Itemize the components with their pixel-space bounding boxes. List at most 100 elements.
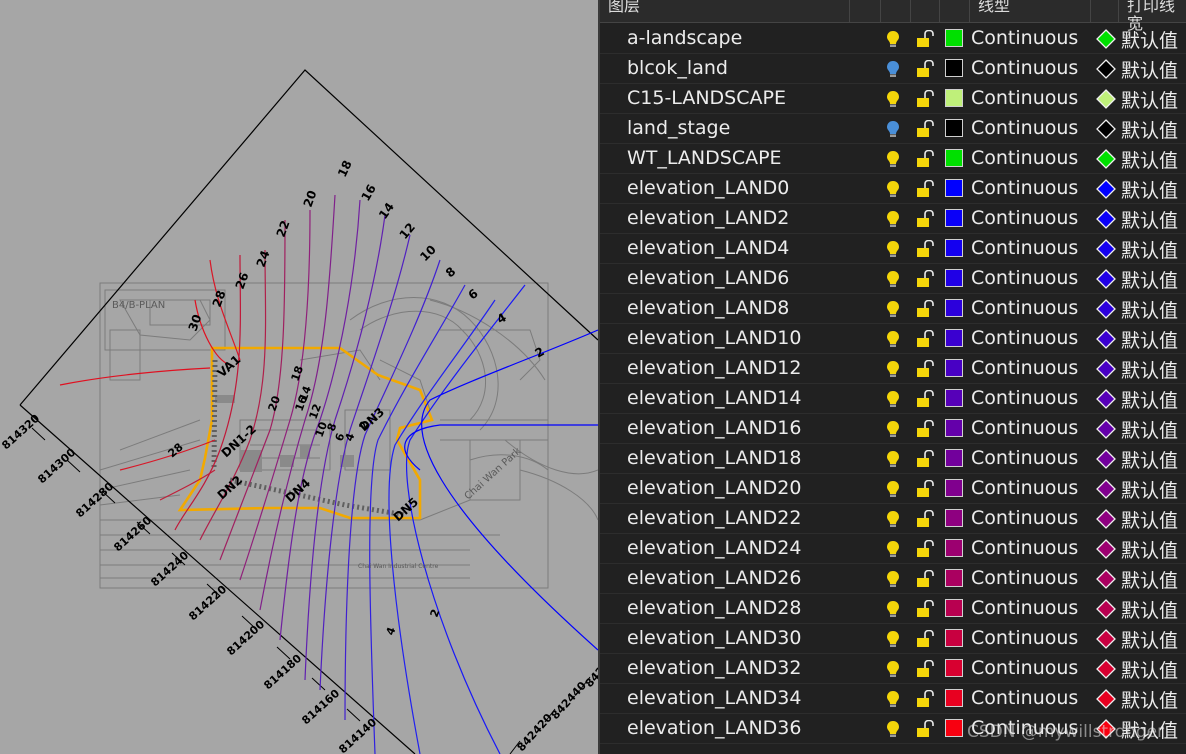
layer-row[interactable]: a-landscape Continuous 默认值 <box>600 24 1186 54</box>
layer-row[interactable]: land_stage Continuous 默认值 <box>600 114 1186 144</box>
color-swatch[interactable] <box>945 179 963 197</box>
lightbulb-on-icon[interactable] <box>886 720 900 738</box>
lightbulb-on-icon[interactable] <box>886 390 900 408</box>
layer-row[interactable]: elevation_LAND12 Continuous 默认值 <box>600 354 1186 384</box>
linetype-value[interactable]: Continuous <box>971 477 1078 499</box>
layer-name[interactable]: elevation_LAND2 <box>627 207 789 229</box>
color-swatch[interactable] <box>945 479 963 497</box>
layer-name[interactable]: elevation_LAND24 <box>627 537 801 559</box>
color-swatch[interactable] <box>945 659 963 677</box>
lightbulb-on-icon[interactable] <box>886 600 900 618</box>
unlock-icon[interactable] <box>916 29 934 48</box>
linetype-value[interactable]: Continuous <box>971 447 1078 469</box>
unlock-icon[interactable] <box>916 149 934 168</box>
unlock-icon[interactable] <box>916 569 934 588</box>
layer-row[interactable]: elevation_LAND20 Continuous 默认值 <box>600 474 1186 504</box>
layer-row[interactable]: elevation_LAND6 Continuous 默认值 <box>600 264 1186 294</box>
layer-name[interactable]: elevation_LAND36 <box>627 717 801 739</box>
linetype-value[interactable]: Continuous <box>971 597 1078 619</box>
layer-name[interactable]: elevation_LAND26 <box>627 567 801 589</box>
plot-style-value[interactable]: 默认值 <box>1121 506 1178 533</box>
linetype-value[interactable]: Continuous <box>971 507 1078 529</box>
lightbulb-on-icon[interactable] <box>886 210 900 228</box>
layer-name[interactable]: a-landscape <box>627 27 742 49</box>
unlock-icon[interactable] <box>916 209 934 228</box>
color-swatch[interactable] <box>945 719 963 737</box>
lightbulb-on-icon[interactable] <box>886 570 900 588</box>
layer-name[interactable]: elevation_LAND34 <box>627 687 801 709</box>
layer-name[interactable]: elevation_LAND30 <box>627 627 801 649</box>
plot-style-value[interactable]: 默认值 <box>1121 26 1178 53</box>
plot-style-value[interactable]: 默认值 <box>1121 326 1178 353</box>
color-swatch[interactable] <box>945 29 963 47</box>
plot-style-value[interactable]: 默认值 <box>1121 86 1178 113</box>
lightbulb-on-icon[interactable] <box>886 90 900 108</box>
drawing-viewport[interactable]: 814320 814300 814280 814260 814240 81422… <box>0 0 598 754</box>
color-swatch[interactable] <box>945 329 963 347</box>
plot-style-value[interactable]: 默认值 <box>1121 206 1178 233</box>
header-layer[interactable]: 图层 <box>608 0 640 15</box>
plot-style-value[interactable]: 默认值 <box>1121 146 1178 173</box>
layer-name[interactable]: C15-LANDSCAPE <box>627 87 786 109</box>
layer-name[interactable]: elevation_LAND32 <box>627 657 801 679</box>
linetype-value[interactable]: Continuous <box>971 417 1078 439</box>
lightbulb-on-icon[interactable] <box>886 540 900 558</box>
plot-style-value[interactable]: 默认值 <box>1121 386 1178 413</box>
linetype-value[interactable]: Continuous <box>971 567 1078 589</box>
linetype-value[interactable]: Continuous <box>971 627 1078 649</box>
unlock-icon[interactable] <box>916 629 934 648</box>
plot-style-value[interactable]: 默认值 <box>1121 56 1178 83</box>
linetype-value[interactable]: Continuous <box>971 117 1078 139</box>
color-swatch[interactable] <box>945 209 963 227</box>
unlock-icon[interactable] <box>916 479 934 498</box>
unlock-icon[interactable] <box>916 689 934 708</box>
color-swatch[interactable] <box>945 359 963 377</box>
linetype-value[interactable]: Continuous <box>971 147 1078 169</box>
linetype-value[interactable]: Continuous <box>971 57 1078 79</box>
linetype-value[interactable]: Continuous <box>971 297 1078 319</box>
layer-row[interactable]: elevation_LAND28 Continuous 默认值 <box>600 594 1186 624</box>
layer-row[interactable]: elevation_LAND34 Continuous 默认值 <box>600 684 1186 714</box>
plot-style-value[interactable]: 默认值 <box>1121 656 1178 683</box>
layer-name[interactable]: elevation_LAND4 <box>627 237 789 259</box>
lightbulb-on-icon[interactable] <box>886 660 900 678</box>
layer-row[interactable]: elevation_LAND8 Continuous 默认值 <box>600 294 1186 324</box>
color-swatch[interactable] <box>945 689 963 707</box>
color-swatch[interactable] <box>945 419 963 437</box>
unlock-icon[interactable] <box>916 89 934 108</box>
unlock-icon[interactable] <box>916 359 934 378</box>
layer-name[interactable]: elevation_LAND10 <box>627 327 801 349</box>
linetype-value[interactable]: Continuous <box>971 207 1078 229</box>
unlock-icon[interactable] <box>916 59 934 78</box>
lightbulb-on-icon[interactable] <box>886 30 900 48</box>
layer-row[interactable]: elevation_LAND24 Continuous 默认值 <box>600 534 1186 564</box>
layer-name[interactable]: land_stage <box>627 117 730 139</box>
plot-style-value[interactable]: 默认值 <box>1121 566 1178 593</box>
linetype-value[interactable]: Continuous <box>971 267 1078 289</box>
lightbulb-on-icon[interactable] <box>886 270 900 288</box>
layer-name[interactable]: WT_LANDSCAPE <box>627 147 782 169</box>
unlock-icon[interactable] <box>916 179 934 198</box>
color-swatch[interactable] <box>945 89 963 107</box>
unlock-icon[interactable] <box>916 509 934 528</box>
linetype-value[interactable]: Continuous <box>971 27 1078 49</box>
plot-style-value[interactable]: 默认值 <box>1121 236 1178 263</box>
layer-name[interactable]: elevation_LAND28 <box>627 597 801 619</box>
color-swatch[interactable] <box>945 569 963 587</box>
linetype-value[interactable]: Continuous <box>971 357 1078 379</box>
color-swatch[interactable] <box>945 629 963 647</box>
layer-name[interactable]: elevation_LAND0 <box>627 177 789 199</box>
plot-style-value[interactable]: 默认值 <box>1121 266 1178 293</box>
layer-name[interactable]: blcok_land <box>627 57 728 79</box>
lightbulb-on-icon[interactable] <box>886 150 900 168</box>
layer-name[interactable]: elevation_LAND20 <box>627 477 801 499</box>
color-swatch[interactable] <box>945 599 963 617</box>
lightbulb-on-icon[interactable] <box>886 330 900 348</box>
unlock-icon[interactable] <box>916 299 934 318</box>
unlock-icon[interactable] <box>916 269 934 288</box>
layer-name[interactable]: elevation_LAND12 <box>627 357 801 379</box>
layer-row[interactable]: WT_LANDSCAPE Continuous 默认值 <box>600 144 1186 174</box>
linetype-value[interactable]: Continuous <box>971 237 1078 259</box>
color-swatch[interactable] <box>945 239 963 257</box>
linetype-value[interactable]: Continuous <box>971 177 1078 199</box>
